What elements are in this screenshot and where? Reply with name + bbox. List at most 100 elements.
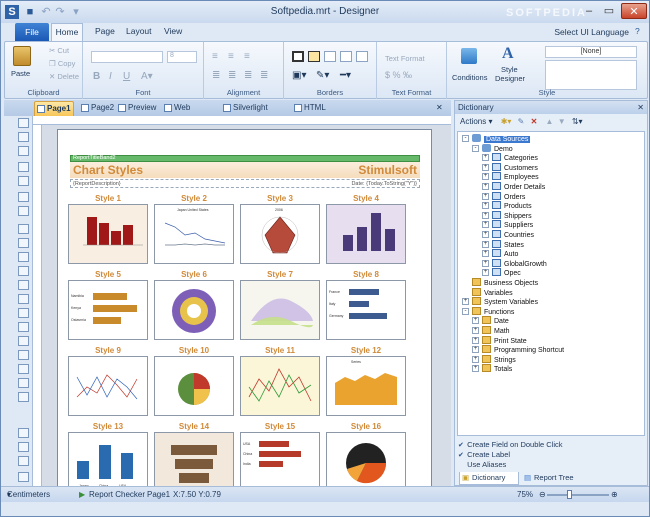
toolbox-item-icon[interactable] xyxy=(18,378,29,388)
number-format-icons[interactable]: $ % ‰ xyxy=(385,70,412,80)
report-description[interactable]: {ReportDescription} Date: {Today.ToStrin… xyxy=(70,179,420,188)
border-all-icon[interactable] xyxy=(292,51,304,62)
chart-style-cell[interactable]: Style 2 Japan United States xyxy=(152,194,236,266)
chart-style-cell[interactable]: Style 8 France Italy Germany xyxy=(324,270,408,342)
tree-node[interactable]: + Auto xyxy=(482,249,518,259)
chart-style-cell[interactable]: Style 9 xyxy=(66,346,150,418)
tree-node[interactable]: + Date xyxy=(472,316,509,326)
toolbox-item-icon[interactable] xyxy=(18,206,29,216)
border-style-button[interactable]: ━▾ xyxy=(340,70,351,81)
border-left-icon[interactable] xyxy=(324,51,336,62)
expand-icon[interactable]: + xyxy=(472,317,479,325)
toolbox-item-icon[interactable] xyxy=(18,336,29,346)
tab-page[interactable]: Page xyxy=(95,26,115,36)
chart-thumbnail[interactable] xyxy=(68,356,148,416)
tree-node[interactable]: - Data Sources xyxy=(462,134,531,144)
sort-icon[interactable]: ⇅▾ xyxy=(572,117,583,126)
style-combo[interactable]: [None] xyxy=(545,46,637,58)
chart-style-cell[interactable]: Style 13 Japan China USA xyxy=(66,422,150,486)
chart-thumbnail[interactable]: Namibia Kenya Ostavrnia xyxy=(68,280,148,340)
toolbox-item-icon[interactable] xyxy=(18,294,29,304)
toolbox-item-icon[interactable] xyxy=(18,118,29,128)
chart-thumbnail[interactable] xyxy=(154,432,234,486)
tree-node[interactable]: + Strings xyxy=(472,354,516,365)
toolbox-item-icon[interactable] xyxy=(18,472,29,482)
expand-icon[interactable]: + xyxy=(472,365,479,373)
toolbox-item-icon[interactable] xyxy=(18,428,29,438)
border-color-button[interactable]: ✎▾ xyxy=(316,70,329,81)
edit-icon[interactable]: ✎ xyxy=(518,117,525,126)
tree-node[interactable]: + GlobalGrowth xyxy=(482,258,547,269)
align-bottom-icon[interactable]: ≡ xyxy=(244,51,250,62)
font-name-combo[interactable] xyxy=(91,51,163,63)
chart-thumbnail[interactable]: 2006 xyxy=(240,204,320,264)
toolbox-item-icon[interactable] xyxy=(18,176,29,186)
font-size-combo[interactable]: 8 xyxy=(167,51,197,63)
tab-page2[interactable]: Page2 xyxy=(79,101,119,116)
style-list[interactable] xyxy=(545,60,637,90)
tree-node[interactable]: + Totals xyxy=(472,364,512,374)
toolbox-item-icon[interactable] xyxy=(18,162,29,172)
tree-node[interactable]: - Functions xyxy=(462,306,514,317)
expand-icon[interactable]: + xyxy=(472,346,479,354)
expand-icon[interactable]: + xyxy=(482,221,489,229)
expand-icon[interactable]: + xyxy=(472,355,479,363)
tree-node[interactable]: + System Variables xyxy=(462,297,538,307)
chart-style-cell[interactable]: Style 12 Series xyxy=(324,346,408,418)
collapse-icon[interactable]: - xyxy=(462,307,469,315)
tree-node[interactable]: + Customers xyxy=(482,162,538,173)
toolbox-item-icon[interactable] xyxy=(18,192,29,202)
close-tab-icon[interactable]: ✕ xyxy=(436,101,448,116)
units-selector[interactable]: Centimeters ▾ xyxy=(7,487,50,503)
design-surface[interactable]: ReportTitleBand2 Chart Styles Stimulsoft… xyxy=(42,125,451,486)
zoom-in-icon[interactable]: ⊕ xyxy=(611,487,618,503)
tree-node[interactable]: + Products xyxy=(482,201,532,211)
toolbox-item-icon[interactable] xyxy=(18,266,29,276)
toolbox-item-icon[interactable] xyxy=(18,308,29,318)
chart-thumbnail[interactable]: Japan United States xyxy=(154,204,234,264)
close-button[interactable]: ✕ xyxy=(621,3,647,19)
expand-icon[interactable]: + xyxy=(482,250,489,258)
tree-node[interactable]: Variables xyxy=(472,287,513,298)
tab-web-preview[interactable]: Web Preview xyxy=(162,101,220,126)
tab-report-tree[interactable]: ▤ Report Tree xyxy=(522,472,584,485)
zoom-slider-track[interactable] xyxy=(547,494,609,496)
tree-node[interactable]: + Orders xyxy=(482,191,525,202)
ui-language-selector[interactable]: Select UI Language xyxy=(554,27,629,37)
chart-thumbnail[interactable] xyxy=(154,356,234,416)
collapse-icon[interactable]: - xyxy=(472,144,479,152)
border-none-icon[interactable] xyxy=(308,51,320,62)
chart-style-cell[interactable]: Style 11 xyxy=(238,346,322,418)
expand-icon[interactable]: + xyxy=(472,336,479,344)
underline-button[interactable]: U xyxy=(123,71,130,82)
chart-style-cell[interactable]: Style 6 xyxy=(152,270,236,342)
chart-thumbnail[interactable]: France Italy Germany xyxy=(326,280,406,340)
tab-view[interactable]: View xyxy=(164,26,182,36)
chart-thumbnail[interactable] xyxy=(154,280,234,340)
toolbox-item-icon[interactable] xyxy=(18,350,29,360)
zoom-out-icon[interactable]: ⊖ xyxy=(539,487,546,503)
tab-page1[interactable]: Page1 xyxy=(34,101,74,116)
chart-thumbnail[interactable] xyxy=(240,280,320,340)
help-icon[interactable]: ? xyxy=(635,26,640,36)
toolbox-item-icon[interactable] xyxy=(18,132,29,142)
tree-node[interactable]: + Print State xyxy=(472,335,527,346)
align-center-icon[interactable]: ≣ xyxy=(228,70,236,81)
dictionary-option[interactable]: Use Aliases xyxy=(458,460,506,470)
chart-style-cell[interactable]: Style 14 xyxy=(152,422,236,486)
tree-node[interactable]: + Categories xyxy=(482,153,538,163)
tree-node[interactable]: + Suppliers xyxy=(482,220,533,230)
collapse-icon[interactable]: - xyxy=(462,135,469,142)
chart-thumbnail[interactable]: USA China India xyxy=(240,432,320,486)
tab-file[interactable]: File xyxy=(15,23,49,41)
expand-icon[interactable]: + xyxy=(482,269,489,277)
tab-silverlight-preview[interactable]: Silverlight Preview xyxy=(221,101,293,126)
expand-icon[interactable]: + xyxy=(482,192,489,200)
tree-node[interactable]: + Opec xyxy=(482,268,521,278)
move-down-icon[interactable]: ▼ xyxy=(558,117,566,126)
tab-html-preview[interactable]: HTML Preview xyxy=(292,101,354,126)
tree-node[interactable]: + Order Details xyxy=(482,182,545,192)
tab-layout[interactable]: Layout xyxy=(126,26,152,36)
toolbox-item-icon[interactable] xyxy=(18,146,29,156)
chart-thumbnail[interactable] xyxy=(326,204,406,264)
